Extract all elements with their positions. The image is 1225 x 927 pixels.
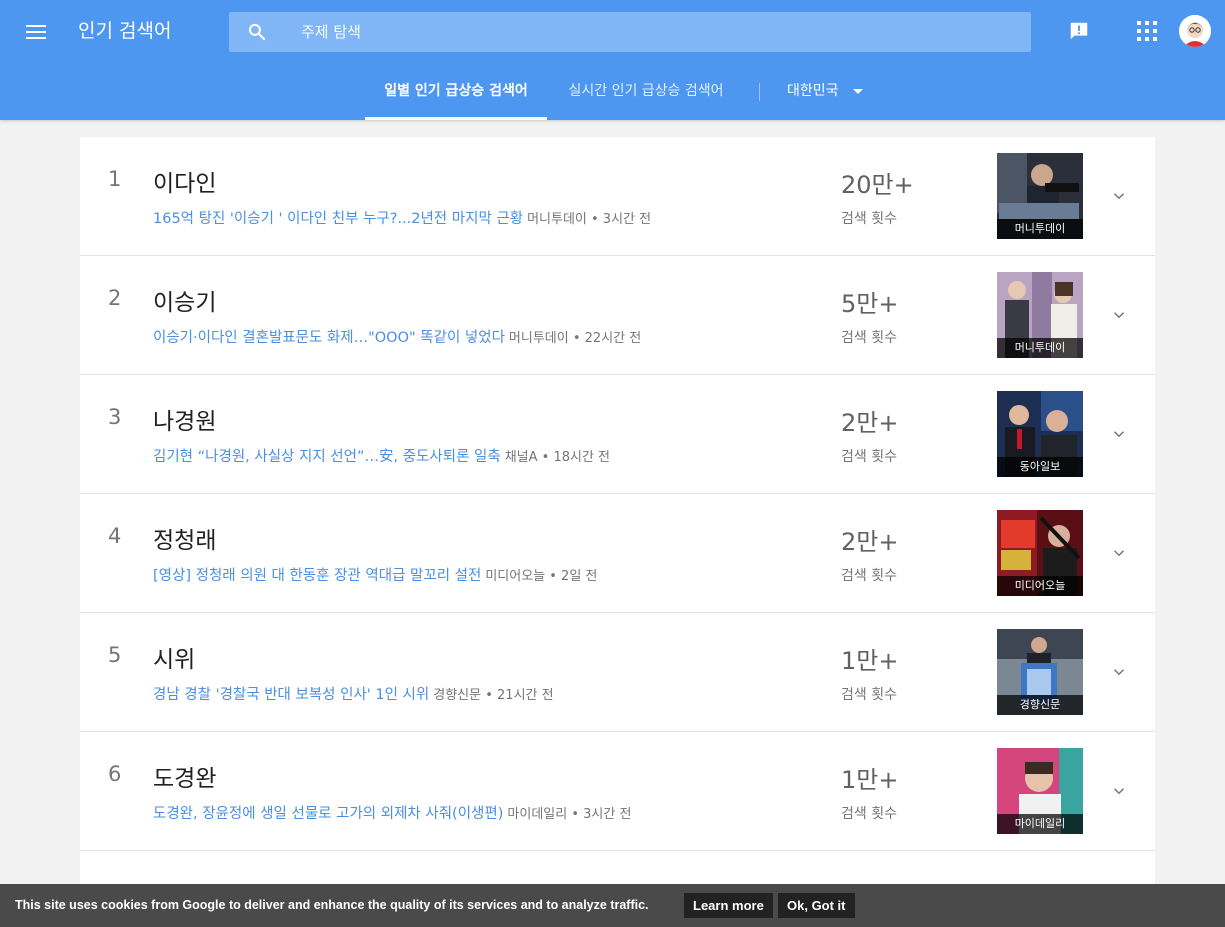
story-link[interactable]: 165억 탕진 '이승기 ' 이다인 친부 누구?...2년전 마지막 근황 <box>153 211 523 227</box>
trend-rank: 5 <box>108 643 122 667</box>
story-meta: 머니투데이 • 3시간 전 <box>527 212 652 227</box>
trend-rank: 4 <box>108 524 122 548</box>
search-count: 1만+ <box>841 647 899 675</box>
story-meta: 채널A • 18시간 전 <box>504 450 611 465</box>
trend-story: 이승기·이다인 결혼발표문도 화제…"OOO" 똑같이 넣었다 머니투데이 • 2… <box>153 326 641 347</box>
trend-row[interactable]: 3 나경원 김기현 “나경원, 사실상 지지 선언”…安, 중도사퇴론 일축 채널… <box>80 375 1155 494</box>
thumbnail-source: 머니투데이 <box>997 219 1083 239</box>
search-count-label: 검색 횟수 <box>841 330 897 346</box>
tab-divider <box>759 83 760 101</box>
app-title: 인기 검색어 <box>78 20 172 42</box>
country-label: 대한민국 <box>787 83 839 99</box>
trend-story: 165억 탕진 '이승기 ' 이다인 친부 누구?...2년전 마지막 근황 머니… <box>153 207 651 228</box>
story-meta: 미디어오늘 • 2일 전 <box>485 569 598 584</box>
search-input[interactable] <box>301 12 1001 52</box>
country-selector[interactable]: 대한민국 <box>787 66 863 120</box>
chevron-down-icon[interactable] <box>1110 544 1128 562</box>
trend-row[interactable]: 1 이다인 165억 탕진 '이승기 ' 이다인 친부 누구?...2년전 마지… <box>80 137 1155 256</box>
app-header: 인기 검색어 일별 인기 급상승 검색어 실시간 인기 급상승 검색어 대한민국 <box>0 0 1225 120</box>
trend-story: 김기현 “나경원, 사실상 지지 선언”…安, 중도사퇴론 일축 채널A • 18… <box>153 445 610 466</box>
trend-term[interactable]: 정청래 <box>153 521 216 555</box>
story-link[interactable]: 경남 경찰 '경찰국 반대 보복성 인사' 1인 시위 <box>153 687 429 703</box>
chevron-down-icon[interactable] <box>1110 425 1128 443</box>
thumbnail-source: 머니투데이 <box>997 338 1083 358</box>
trend-row[interactable]: 2 이승기 이승기·이다인 결혼발표문도 화제…"OOO" 똑같이 넣었다 머니투… <box>80 256 1155 375</box>
trend-rank: 2 <box>108 286 122 310</box>
chevron-down-icon[interactable] <box>1110 782 1128 800</box>
trend-rank: 3 <box>108 405 122 429</box>
tab-bar: 일별 인기 급상승 검색어 실시간 인기 급상승 검색어 대한민국 <box>0 66 1225 120</box>
search-count-label: 검색 횟수 <box>841 449 897 465</box>
news-thumbnail[interactable]: 동아일보 <box>997 391 1083 477</box>
thumbnail-source: 동아일보 <box>997 457 1083 477</box>
news-thumbnail[interactable]: 머니투데이 <box>997 272 1083 358</box>
search-count-label: 검색 횟수 <box>841 211 897 227</box>
trend-term[interactable]: 나경원 <box>153 402 216 436</box>
search-count-label: 검색 횟수 <box>841 806 897 822</box>
thumbnail-source: 미디어오늘 <box>997 576 1083 596</box>
news-thumbnail[interactable]: 머니투데이 <box>997 153 1083 239</box>
trend-story: [영상] 정청래 의원 대 한동훈 장관 역대급 말꼬리 설전 미디어오늘 • 2… <box>153 564 597 585</box>
learn-more-button[interactable]: Learn more <box>684 893 773 918</box>
chevron-down-icon[interactable] <box>1110 663 1128 681</box>
avatar[interactable] <box>1179 15 1211 47</box>
thumbnail-source: 마이데일리 <box>997 814 1083 834</box>
avatar-image <box>1179 15 1211 47</box>
cookie-banner: This site uses cookies from Google to de… <box>0 884 1225 927</box>
trend-term[interactable]: 이승기 <box>153 283 216 317</box>
ok-got-it-button[interactable]: Ok, Got it <box>778 893 855 918</box>
story-link[interactable]: [영상] 정청래 의원 대 한동훈 장관 역대급 말꼬리 설전 <box>153 568 481 584</box>
thumbnail-source: 경향신문 <box>997 695 1083 715</box>
trend-story: 경남 경찰 '경찰국 반대 보복성 인사' 1인 시위 경향신문 • 21시간 전 <box>153 683 554 704</box>
menu-icon[interactable] <box>24 21 48 43</box>
search-count: 1만+ <box>841 766 899 794</box>
search-box[interactable] <box>229 12 1031 52</box>
story-meta: 경향신문 • 21시간 전 <box>433 688 554 703</box>
search-count: 2만+ <box>841 528 899 556</box>
news-thumbnail[interactable]: 미디어오늘 <box>997 510 1083 596</box>
story-link[interactable]: 김기현 “나경원, 사실상 지지 선언”…安, 중도사퇴론 일축 <box>153 449 501 465</box>
trend-rank: 6 <box>108 762 122 786</box>
search-count-label: 검색 횟수 <box>841 687 897 703</box>
trend-row[interactable]: 6 도경완 도경완, 장윤정에 생일 선물로 고가의 외제차 사줘(이생편) 마이… <box>80 732 1155 851</box>
feedback-icon[interactable] <box>1068 20 1090 42</box>
story-meta: 머니투데이 • 22시간 전 <box>508 331 642 346</box>
apps-grid-icon[interactable] <box>1137 21 1157 41</box>
trend-term[interactable]: 도경완 <box>153 759 216 793</box>
chevron-down-icon[interactable] <box>1110 306 1128 324</box>
news-thumbnail[interactable]: 경향신문 <box>997 629 1083 715</box>
caret-down-icon <box>852 88 863 94</box>
trends-list: 1 이다인 165억 탕진 '이승기 ' 이다인 친부 누구?...2년전 마지… <box>80 137 1155 891</box>
search-count: 2만+ <box>841 409 899 437</box>
trend-row[interactable]: 4 정청래 [영상] 정청래 의원 대 한동훈 장관 역대급 말꼬리 설전미디어… <box>80 494 1155 613</box>
story-meta: 마이데일리 • 3시간 전 <box>507 807 632 822</box>
chevron-down-icon[interactable] <box>1110 187 1128 205</box>
tab-daily-trends[interactable]: 일별 인기 급상승 검색어 <box>365 66 547 120</box>
search-count-label: 검색 횟수 <box>841 568 897 584</box>
tab-realtime-trends[interactable]: 실시간 인기 급상승 검색어 <box>557 66 735 120</box>
news-thumbnail[interactable]: 마이데일리 <box>997 748 1083 834</box>
story-link[interactable]: 도경완, 장윤정에 생일 선물로 고가의 외제차 사줘(이생편) <box>153 806 503 822</box>
cookie-text: This site uses cookies from Google to de… <box>15 898 649 912</box>
story-link[interactable]: 이승기·이다인 결혼발표문도 화제…"OOO" 똑같이 넣었다 <box>153 330 505 346</box>
search-count: 5만+ <box>841 290 899 318</box>
trend-story: 도경완, 장윤정에 생일 선물로 고가의 외제차 사줘(이생편) 마이데일리 • … <box>153 802 631 823</box>
trend-term[interactable]: 시위 <box>153 640 195 674</box>
trend-term[interactable]: 이다인 <box>153 164 216 198</box>
search-count: 20만+ <box>841 171 914 199</box>
search-icon[interactable] <box>247 22 267 42</box>
trend-rank: 1 <box>108 167 122 191</box>
trend-row[interactable]: 5 시위 경남 경찰 '경찰국 반대 보복성 인사' 1인 시위 경향신문 • 2… <box>80 613 1155 732</box>
